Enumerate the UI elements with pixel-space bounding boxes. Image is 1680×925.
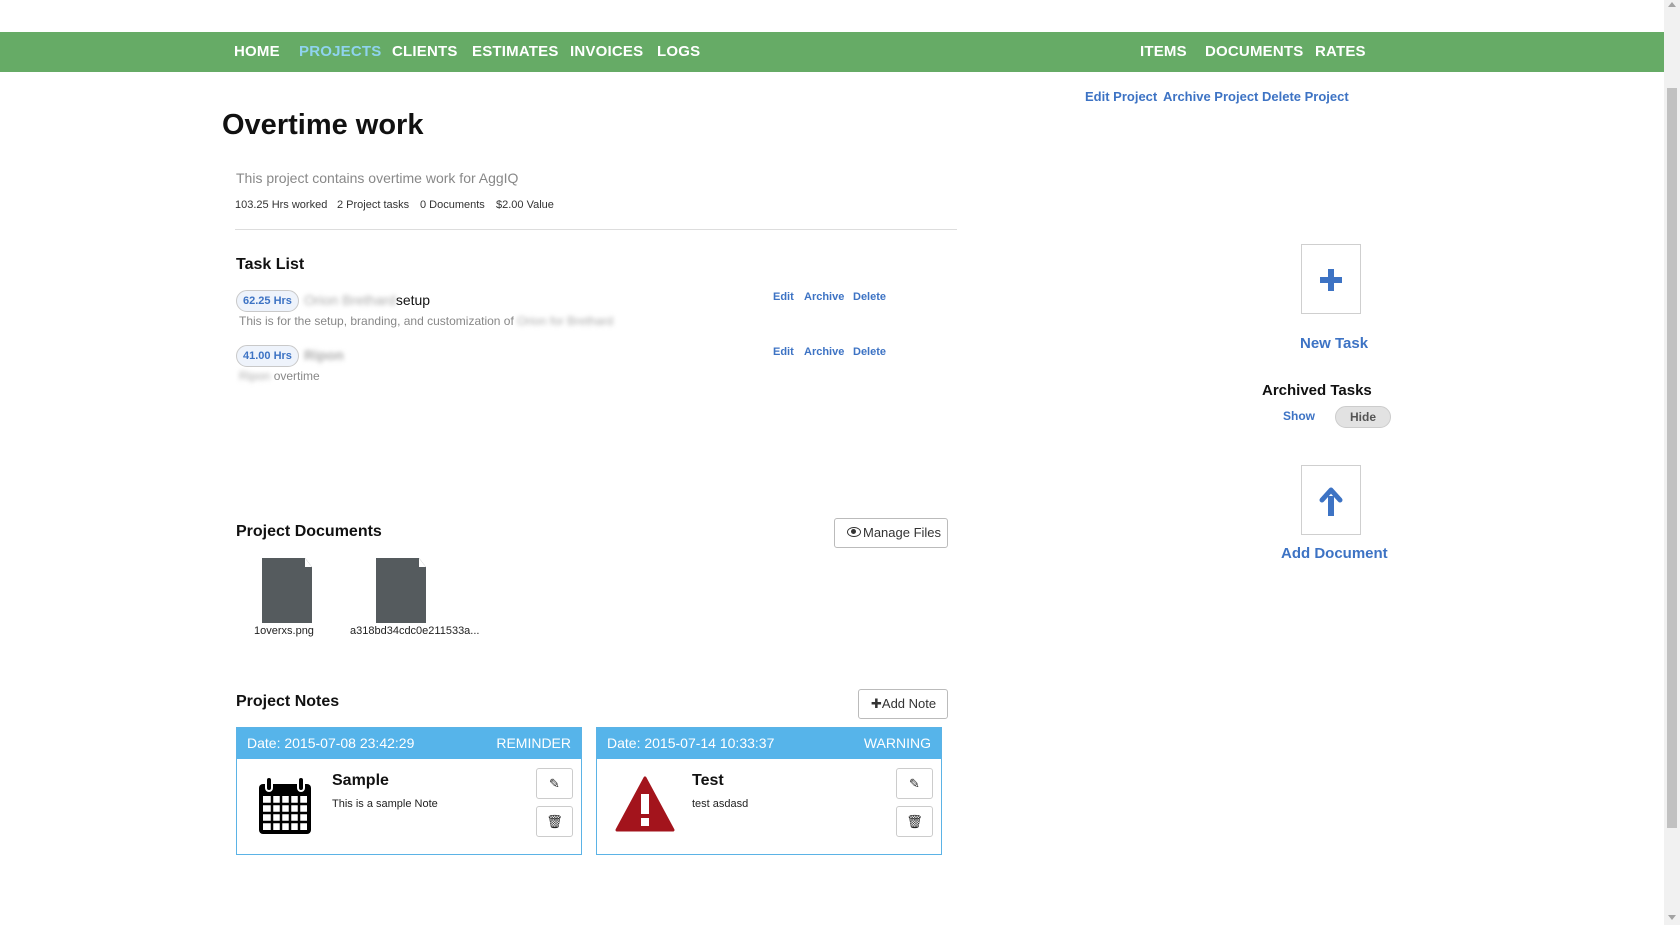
- task-delete-link[interactable]: Delete: [853, 291, 886, 303]
- page-title: Overtime work: [222, 109, 424, 141]
- vertical-scrollbar[interactable]: [1664, 0, 1680, 925]
- note-title: Sample: [332, 772, 389, 789]
- delete-project-link[interactable]: Delete Project: [1262, 89, 1349, 104]
- plus-icon: [1320, 269, 1342, 291]
- stat-tasks: 2 Project tasks: [337, 199, 410, 211]
- plus-icon: ✚: [871, 696, 882, 711]
- project-description: This project contains overtime work for …: [236, 170, 519, 186]
- task-edit-link[interactable]: Edit: [773, 346, 794, 358]
- nav-projects[interactable]: PROJECTS: [299, 32, 381, 72]
- eye-icon: [847, 527, 861, 537]
- stat-hours: 103.25 Hrs worked: [235, 199, 328, 211]
- nav-home[interactable]: HOME: [234, 32, 280, 72]
- archived-tasks-heading: Archived Tasks: [1262, 382, 1372, 399]
- new-task-link[interactable]: New Task: [1300, 335, 1368, 352]
- task-description: Ripon overtime: [239, 369, 320, 383]
- nav-estimates[interactable]: ESTIMATES: [472, 32, 559, 72]
- nav-invoices[interactable]: INVOICES: [570, 32, 643, 72]
- task-name-redacted: Ripon: [304, 347, 344, 363]
- file-name[interactable]: 1overxs.png: [254, 625, 314, 637]
- task-desc-text: This is for the setup, branding, and cus…: [239, 314, 518, 328]
- task-title: Orion Brethardsetup: [304, 292, 430, 308]
- arrow-up-icon: [1319, 487, 1343, 516]
- note-header: Date: 2015-07-14 10:33:37 WARNING: [597, 728, 941, 759]
- task-desc-redacted: Orion for Brethard: [517, 314, 614, 328]
- top-navbar: HOME PROJECTS CLIENTS ESTIMATES INVOICES…: [0, 32, 1664, 72]
- note-type: REMINDER: [496, 735, 571, 751]
- file-icon[interactable]: [376, 558, 426, 623]
- task-list-heading: Task List: [236, 256, 305, 273]
- nav-documents[interactable]: DOCUMENTS: [1205, 32, 1303, 72]
- nav-clients[interactable]: CLIENTS: [392, 32, 458, 72]
- task-hours-badge: 41.00 Hrs: [236, 345, 299, 367]
- pencil-icon: ✎: [549, 776, 560, 791]
- manage-files-button[interactable]: Manage Files: [834, 518, 948, 548]
- task-name-redacted: Orion Brethard: [304, 292, 396, 308]
- scroll-up-icon[interactable]: [1668, 2, 1676, 7]
- task-delete-link[interactable]: Delete: [853, 346, 886, 358]
- task-desc-redacted: Ripon: [239, 369, 271, 383]
- note-title: Test: [692, 772, 724, 789]
- task-desc-text: overtime: [270, 369, 320, 383]
- file-name[interactable]: a318bd34cdc0e211533a...: [350, 625, 479, 637]
- notes-heading: Project Notes: [236, 693, 340, 710]
- task-archive-link[interactable]: Archive: [804, 346, 844, 358]
- trash-icon: 🗑: [546, 814, 563, 829]
- documents-heading: Project Documents: [236, 523, 382, 540]
- task-hours-badge: 62.25 Hrs: [236, 290, 299, 312]
- stat-documents: 0 Documents: [420, 199, 485, 211]
- nav-logs[interactable]: LOGS: [657, 32, 700, 72]
- note-body: test asdasd: [692, 798, 749, 810]
- note-type: WARNING: [863, 735, 931, 751]
- note-header: Date: 2015-07-08 23:42:29 REMINDER: [237, 728, 581, 759]
- note-date: Date: 2015-07-08 23:42:29: [247, 735, 415, 751]
- add-note-button[interactable]: ✚Add Note: [858, 689, 948, 719]
- note-body: This is a sample Note: [332, 798, 438, 810]
- task-description: This is for the setup, branding, and cus…: [239, 314, 613, 328]
- add-document-link[interactable]: Add Document: [1281, 545, 1388, 562]
- task-name-suffix: setup: [395, 292, 431, 308]
- file-icon[interactable]: [262, 558, 312, 623]
- hide-archived-button[interactable]: Hide: [1335, 406, 1391, 428]
- delete-note-button[interactable]: 🗑: [536, 806, 573, 837]
- trash-icon: 🗑: [906, 814, 923, 829]
- delete-note-button[interactable]: 🗑: [896, 806, 933, 837]
- stat-value: $2.00 Value: [496, 199, 554, 211]
- task-title: Ripon: [304, 347, 344, 363]
- warning-icon: [615, 776, 675, 832]
- task-archive-link[interactable]: Archive: [804, 291, 844, 303]
- add-note-label: Add Note: [881, 696, 937, 711]
- note-card: Date: 2015-07-08 23:42:29 REMINDER Sampl…: [236, 727, 582, 855]
- calendar-icon: [259, 776, 311, 834]
- new-task-button[interactable]: [1301, 244, 1361, 314]
- note-date: Date: 2015-07-14 10:33:37: [607, 735, 775, 751]
- archive-project-link[interactable]: Archive Project: [1163, 89, 1258, 104]
- edit-project-link[interactable]: Edit Project: [1085, 89, 1157, 104]
- note-card: Date: 2015-07-14 10:33:37 WARNING Test t…: [596, 727, 942, 855]
- show-archived-button[interactable]: Show: [1283, 409, 1315, 423]
- nav-items[interactable]: ITEMS: [1140, 32, 1187, 72]
- divider: [235, 229, 957, 230]
- manage-files-label: Manage Files: [863, 525, 942, 540]
- nav-rates[interactable]: RATES: [1315, 32, 1366, 72]
- add-document-button[interactable]: [1301, 465, 1361, 535]
- edit-note-button[interactable]: ✎: [896, 768, 933, 799]
- task-edit-link[interactable]: Edit: [773, 291, 794, 303]
- scrollbar-thumb[interactable]: [1667, 88, 1677, 828]
- edit-note-button[interactable]: ✎: [536, 768, 573, 799]
- scroll-down-icon[interactable]: [1668, 915, 1676, 920]
- pencil-icon: ✎: [909, 776, 920, 791]
